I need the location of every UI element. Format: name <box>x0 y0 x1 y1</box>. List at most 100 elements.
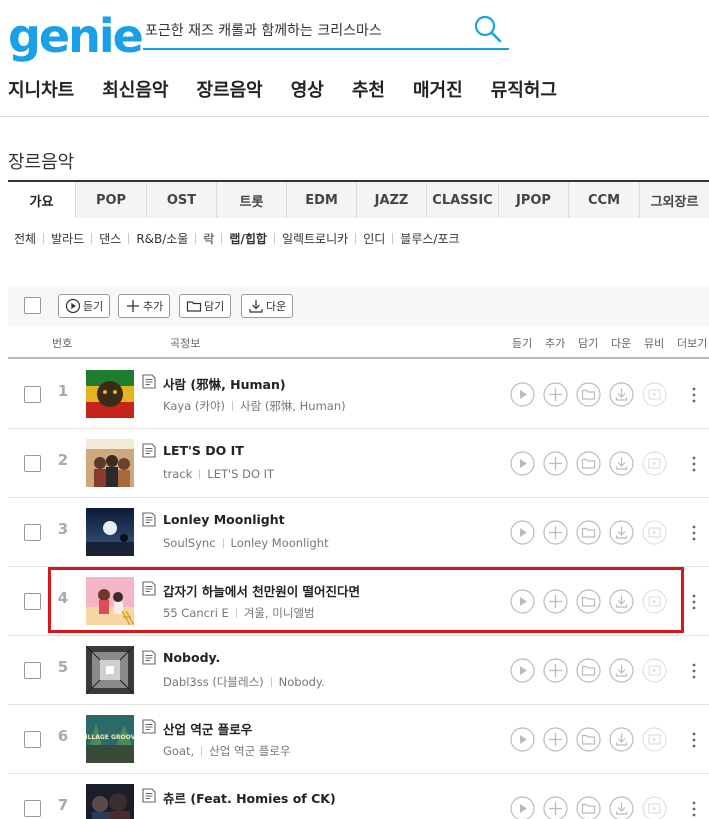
tab-classic[interactable]: CLASSIC <box>427 182 499 218</box>
song-row[interactable]: 6 VILLAGE GROOVE 산업 역군 플로우 Goat, 산업 역군 플로우 <box>8 705 709 774</box>
subgenre-rap-hiphop[interactable]: 랩/힙합 <box>229 230 267 247</box>
save-button[interactable] <box>576 727 601 752</box>
subgenre-blues-folk[interactable]: 블루스/포크 <box>400 230 459 247</box>
lyrics-icon[interactable] <box>142 581 156 596</box>
album-link[interactable]: 겨울, 미니앨범 <box>244 605 315 621</box>
play-button[interactable] <box>510 727 535 752</box>
save-button[interactable] <box>576 658 601 683</box>
tab-other-genres[interactable]: 그외장르 <box>640 182 709 218</box>
album-cover[interactable] <box>86 508 134 556</box>
subgenre-indie[interactable]: 인디 <box>363 230 385 247</box>
more-options-icon[interactable] <box>691 800 697 818</box>
search-input[interactable] <box>145 18 465 44</box>
more-options-icon[interactable] <box>691 386 697 404</box>
song-row[interactable]: 5 Nobody. Dabl3ss (다블레스) Nobody. <box>8 636 709 705</box>
add-button[interactable] <box>543 796 568 819</box>
album-cover[interactable] <box>86 439 134 487</box>
album-cover[interactable] <box>86 784 134 819</box>
album-cover[interactable] <box>86 370 134 418</box>
download-button[interactable] <box>609 658 634 683</box>
save-button[interactable] <box>576 382 601 407</box>
play-button[interactable] <box>510 451 535 476</box>
add-button[interactable] <box>543 382 568 407</box>
genie-logo[interactable]: genie <box>8 8 144 64</box>
song-title[interactable]: 츄르 (Feat. Homies of CK) <box>163 788 336 807</box>
nav-genre-music[interactable]: 장르음악 <box>197 78 263 104</box>
subgenre-electronica[interactable]: 일렉트로니카 <box>282 230 348 247</box>
more-options-icon[interactable] <box>691 593 697 611</box>
song-checkbox[interactable] <box>24 800 41 817</box>
more-options-icon[interactable] <box>691 455 697 473</box>
artist-link[interactable]: Kaya (카야) <box>163 398 225 414</box>
lyrics-icon[interactable] <box>142 443 156 458</box>
song-row[interactable]: 7 츄르 (Feat. Homies of CK) <box>8 774 709 819</box>
song-checkbox[interactable] <box>24 524 41 541</box>
add-button[interactable] <box>543 658 568 683</box>
artist-link[interactable]: 55 Cancri E <box>163 606 229 620</box>
album-link[interactable]: 산업 역군 플로우 <box>209 743 290 759</box>
song-row[interactable]: 3 Lonley Moonlight SoulSync Lonley Moonligh… <box>8 498 709 567</box>
tab-jpop[interactable]: JPOP <box>499 182 569 218</box>
song-row[interactable]: 4 갑자기 하늘에서 천만원이 떨어진다면 55 Cancri E 겨울, 미니앨범 <box>8 567 709 636</box>
download-button[interactable] <box>609 451 634 476</box>
song-title[interactable]: Lonley Moonlight <box>163 512 285 527</box>
subgenre-rnb-soul[interactable]: R&B/소울 <box>136 230 188 247</box>
download-button[interactable] <box>609 796 634 819</box>
nav-genie-chart[interactable]: 지니차트 <box>8 78 74 104</box>
song-row[interactable]: 2 LET'S DO IT track LET'S DO IT <box>8 429 709 498</box>
add-button[interactable] <box>543 451 568 476</box>
subgenre-rock[interactable]: 락 <box>203 230 214 247</box>
lyrics-icon[interactable] <box>142 788 156 803</box>
download-button[interactable] <box>609 520 634 545</box>
tab-pop[interactable]: POP <box>76 182 147 218</box>
play-button[interactable] <box>510 382 535 407</box>
nav-magazine[interactable]: 매거진 <box>413 78 463 104</box>
download-selected-button[interactable]: 다운 <box>241 294 294 318</box>
subgenre-all[interactable]: 전체 <box>14 230 36 247</box>
tab-jazz[interactable]: JAZZ <box>357 182 427 218</box>
song-row[interactable]: 1 사람 (邪惏, Human) Kaya (카야) 사람 (邪惏, Human) <box>8 360 709 429</box>
more-options-icon[interactable] <box>691 662 697 680</box>
download-button[interactable] <box>609 727 634 752</box>
artist-link[interactable]: Dabl3ss (다블레스) <box>163 674 264 690</box>
add-button[interactable] <box>543 520 568 545</box>
song-title[interactable]: 산업 역군 플로우 <box>163 719 252 738</box>
select-all-checkbox[interactable] <box>24 297 41 314</box>
album-cover[interactable] <box>85 645 135 695</box>
subgenre-ballad[interactable]: 발라드 <box>51 230 84 247</box>
listen-selected-button[interactable]: 듣기 <box>58 294 111 318</box>
song-title[interactable]: 갑자기 하늘에서 천만원이 떨어진다면 <box>163 581 360 600</box>
add-button[interactable] <box>543 727 568 752</box>
save-button[interactable] <box>576 589 601 614</box>
album-link[interactable]: Lonley Moonlight <box>231 536 329 550</box>
subgenre-dance[interactable]: 댄스 <box>99 230 121 247</box>
artist-link[interactable]: Goat, <box>163 744 194 758</box>
tab-gayo[interactable]: 가요 <box>8 182 76 218</box>
tab-ccm[interactable]: CCM <box>569 182 640 218</box>
more-options-icon[interactable] <box>691 731 697 749</box>
tab-edm[interactable]: EDM <box>287 182 357 218</box>
nav-video[interactable]: 영상 <box>291 78 324 104</box>
song-checkbox[interactable] <box>24 455 41 472</box>
play-button[interactable] <box>510 796 535 819</box>
add-selected-button[interactable]: 추가 <box>118 294 171 318</box>
save-button[interactable] <box>576 796 601 819</box>
add-button[interactable] <box>543 589 568 614</box>
nav-recommend[interactable]: 추천 <box>352 78 385 104</box>
save-button[interactable] <box>576 520 601 545</box>
album-link[interactable]: LET'S DO IT <box>207 467 274 481</box>
lyrics-icon[interactable] <box>142 650 156 665</box>
song-title[interactable]: 사람 (邪惏, Human) <box>163 374 286 393</box>
song-checkbox[interactable] <box>24 662 41 679</box>
album-cover[interactable]: VILLAGE GROOVE <box>81 715 139 763</box>
album-cover[interactable] <box>86 577 135 626</box>
search-icon[interactable] <box>473 14 503 44</box>
nav-latest-music[interactable]: 최신음악 <box>102 78 168 104</box>
artist-link[interactable]: track <box>163 467 192 481</box>
download-button[interactable] <box>609 589 634 614</box>
tab-ost[interactable]: OST <box>147 182 217 218</box>
tab-trot[interactable]: 트롯 <box>217 182 287 218</box>
play-button[interactable] <box>510 520 535 545</box>
lyrics-icon[interactable] <box>142 719 156 734</box>
album-link[interactable]: Nobody. <box>279 675 325 689</box>
